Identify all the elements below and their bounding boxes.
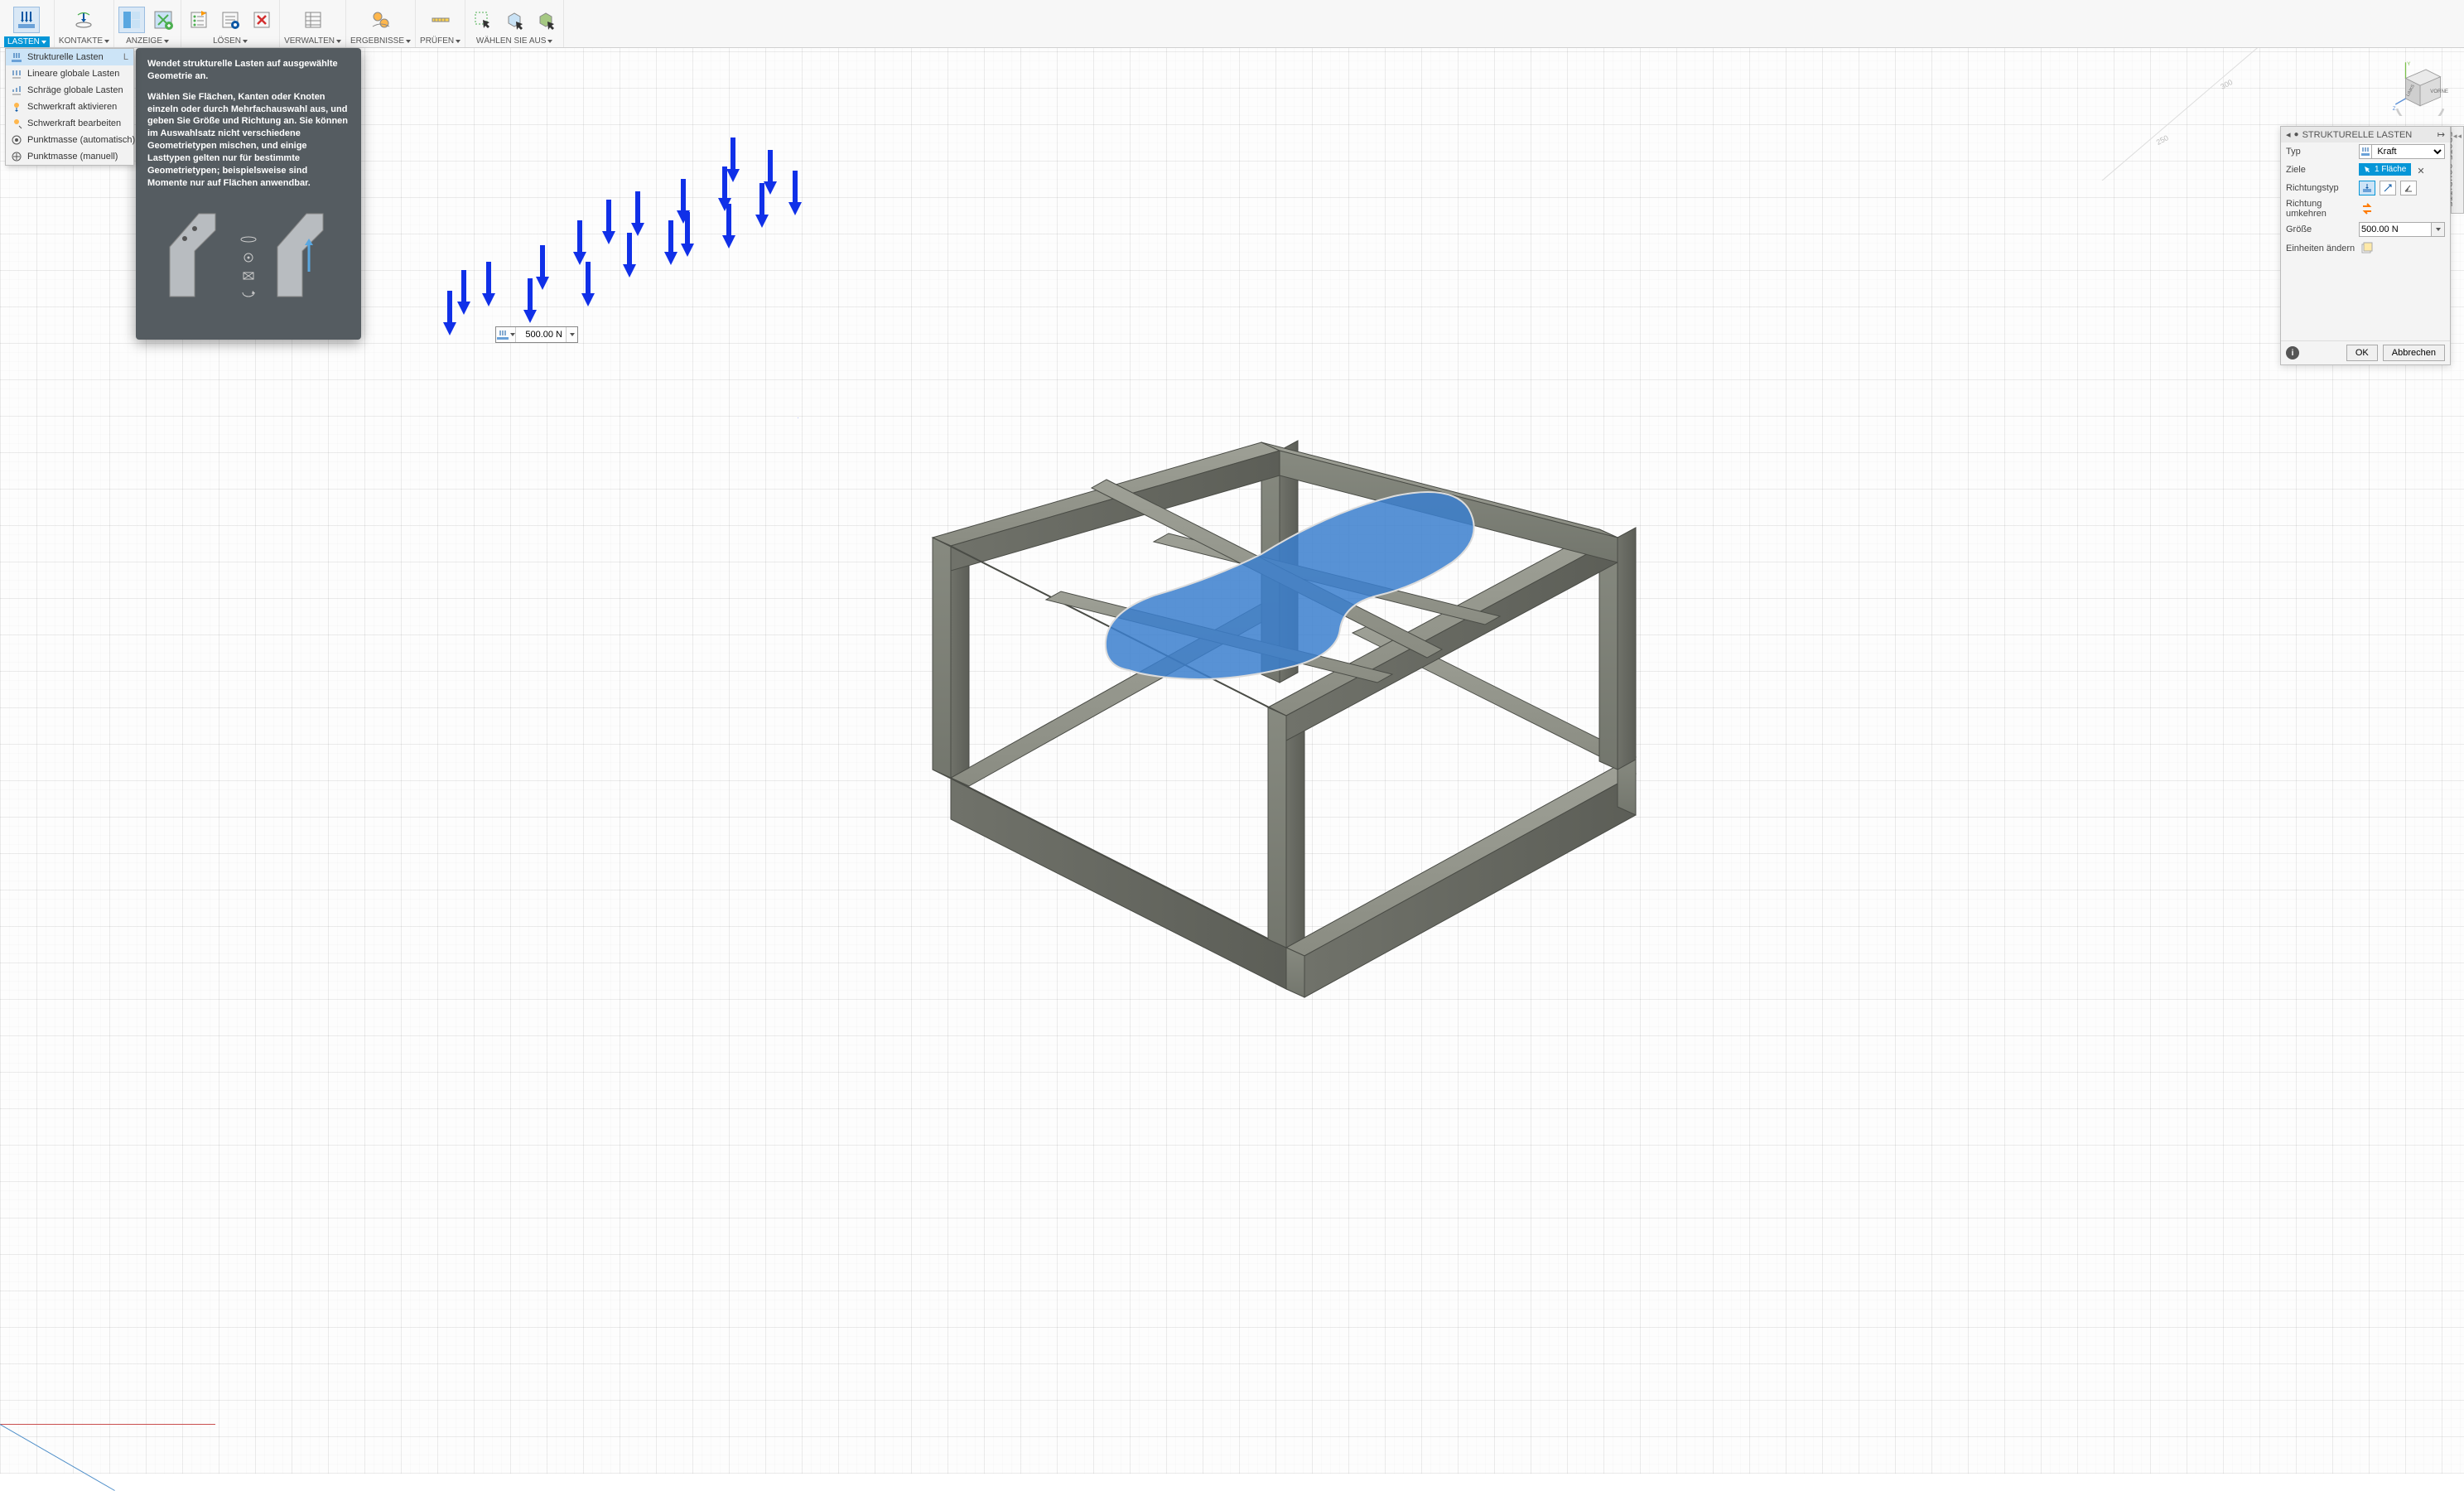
linear-load-icon <box>11 68 22 80</box>
dropdown-label: Schräge globale Lasten <box>27 85 123 95</box>
select-face-icon[interactable] <box>533 7 559 33</box>
ribbon-label-loesen[interactable]: LÖSEN <box>213 36 248 47</box>
ribbon-label-ergebnisse[interactable]: ERGEBNISSE <box>350 36 411 47</box>
svg-text:300: 300 <box>2219 78 2234 91</box>
svg-text:250: 250 <box>2155 133 2170 147</box>
solve-cancel-icon[interactable] <box>248 7 275 33</box>
groesse-input[interactable] <box>2359 222 2432 237</box>
typ-select[interactable]: Kraft <box>2371 144 2445 159</box>
ribbon-label-lasten[interactable]: LASTEN <box>4 36 50 47</box>
svg-text:Y: Y <box>2407 61 2410 67</box>
dropdown-item-gravity-edit[interactable]: Schwerkraft bearbeiten <box>6 115 133 132</box>
manage-list-icon[interactable] <box>300 7 326 33</box>
label-ziele: Ziele <box>2286 165 2359 175</box>
select-body-icon[interactable] <box>501 7 528 33</box>
gravity-on-icon <box>11 101 22 113</box>
label-richtungstyp: Richtungstyp <box>2286 183 2359 193</box>
info-icon[interactable]: i <box>2286 346 2299 359</box>
ribbon-group-verwalten: VERWALTEN <box>280 0 346 47</box>
tooltip-line2: Wählen Sie Flächen, Kanten oder Knoten e… <box>147 92 348 188</box>
dropdown-label: Schwerkraft bearbeiten <box>27 118 121 128</box>
point-mass-manual-icon <box>11 151 22 162</box>
dropdown-label: Schwerkraft aktivieren <box>27 102 117 112</box>
ribbon-label-waehlen[interactable]: WÄHLEN SIE AUS <box>476 36 552 47</box>
cancel-button[interactable]: Abbrechen <box>2383 345 2445 361</box>
structural-load-tool-icon[interactable] <box>13 7 40 33</box>
inline-force-value[interactable] <box>516 327 566 342</box>
label-umkehren: Richtung umkehren <box>2286 199 2359 219</box>
display-toggle-2-icon[interactable] <box>150 7 176 33</box>
ribbon-label-anzeige[interactable]: ANZEIGE <box>126 36 169 47</box>
gravity-edit-icon <box>11 118 22 129</box>
collapse-icon[interactable]: ◂ <box>2286 129 2291 140</box>
contacts-tool-icon[interactable] <box>70 7 97 33</box>
ribbon-group-ergebnisse: ERGEBNISSE <box>346 0 416 47</box>
structural-loads-panel: ◂ ● STRUKTURELLE LASTEN ↦ Typ Kraft Ziel… <box>2280 126 2451 365</box>
groesse-dropdown[interactable] <box>2432 222 2445 237</box>
tooltip-line1: Wendet strukturelle Lasten auf ausgewähl… <box>147 59 338 81</box>
svg-text:VORNE: VORNE <box>2430 89 2448 94</box>
ribbon-label-verwalten[interactable]: VERWALTEN <box>284 36 341 47</box>
frame-model <box>798 417 1667 1047</box>
oblique-load-icon <box>11 84 22 96</box>
select-window-icon[interactable] <box>470 7 496 33</box>
dropdown-item-linear[interactable]: Lineare globale Lasten <box>6 65 133 82</box>
ribbon-label-pruefen[interactable]: PRÜFEN <box>420 36 460 47</box>
label-einheiten: Einheiten ändern <box>2286 244 2359 253</box>
tooltip-illustration <box>147 197 350 330</box>
lasten-dropdown: Strukturelle Lasten L Lineare globale La… <box>5 48 134 166</box>
inline-force-dropdown[interactable] <box>566 327 577 342</box>
dropdown-label: Punktmasse (manuell) <box>27 152 118 162</box>
inspect-measure-icon[interactable] <box>427 7 454 33</box>
dropdown-item-pointmass-manual[interactable]: Punktmasse (manuell) <box>6 148 133 165</box>
results-tool-icon[interactable] <box>368 7 394 33</box>
point-mass-auto-icon <box>11 134 22 146</box>
panel-title: STRUKTURELLE LASTEN <box>2302 130 2413 140</box>
3d-viewport[interactable]: 200 250 300 350 <box>0 48 2464 1474</box>
ribbon-group-kontakte: KONTAKTE <box>55 0 114 47</box>
label-typ: Typ <box>2286 147 2359 157</box>
display-toggle-1-icon[interactable] <box>118 7 145 33</box>
dropdown-label: Lineare globale Lasten <box>27 69 119 79</box>
direction-normal-icon[interactable] <box>2359 181 2375 195</box>
side-tab-collapse-icon[interactable]: ◂◂ <box>2453 132 2462 141</box>
viewcube[interactable]: VORNE LINKS Y Z <box>2391 58 2449 116</box>
dropdown-shortcut: L <box>123 52 128 62</box>
side-tab-erste-schritte[interactable]: ◂◂ ERSTE SCHRITTE <box>2451 126 2464 214</box>
structural-load-icon <box>11 51 22 63</box>
dropdown-item-oblique[interactable]: Schräge globale Lasten <box>6 82 133 99</box>
label-groesse: Größe <box>2286 224 2359 234</box>
dropdown-item-structural[interactable]: Strukturelle Lasten L <box>6 49 133 65</box>
ribbon-toolbar: LASTEN KONTAKTE ANZEIGE LÖSEN <box>0 0 2464 48</box>
ziele-clear-icon[interactable]: ✕ <box>2417 166 2424 176</box>
change-units-icon[interactable] <box>2359 240 2375 255</box>
dropdown-label: Strukturelle Lasten <box>27 52 104 62</box>
inline-force-input[interactable] <box>495 326 578 343</box>
svg-text:Z: Z <box>2393 106 2396 112</box>
tooltip-panel: Wendet strukturelle Lasten auf ausgewähl… <box>136 48 361 340</box>
dropdown-label: Punktmasse (automatisch) <box>27 135 135 145</box>
flip-direction-icon[interactable] <box>2359 201 2375 216</box>
solve-settings-icon[interactable] <box>217 7 244 33</box>
direction-angle-icon[interactable] <box>2400 181 2417 195</box>
ziele-chip[interactable]: 1 Fläche <box>2359 163 2411 176</box>
panel-title-row[interactable]: ◂ ● STRUKTURELLE LASTEN ↦ <box>2281 127 2450 142</box>
solve-precheck-icon[interactable] <box>186 7 212 33</box>
ok-button[interactable]: OK <box>2346 345 2378 361</box>
ribbon-group-anzeige: ANZEIGE <box>114 0 181 47</box>
ribbon-label-kontakte[interactable]: KONTAKTE <box>59 36 109 47</box>
direction-vector-icon[interactable] <box>2380 181 2396 195</box>
dropdown-item-gravity-on[interactable]: Schwerkraft aktivieren <box>6 99 133 115</box>
dropdown-item-pointmass-auto[interactable]: Punktmasse (automatisch) <box>6 132 133 148</box>
ribbon-group-lasten: LASTEN <box>0 0 55 47</box>
load-type-icon <box>2359 144 2371 159</box>
force-type-icon[interactable] <box>496 327 516 342</box>
ribbon-group-loesen: LÖSEN <box>181 0 280 47</box>
pin-icon[interactable]: ↦ <box>2437 129 2445 140</box>
ribbon-group-pruefen: PRÜFEN <box>416 0 465 47</box>
ribbon-group-waehlen: WÄHLEN SIE AUS <box>465 0 564 47</box>
